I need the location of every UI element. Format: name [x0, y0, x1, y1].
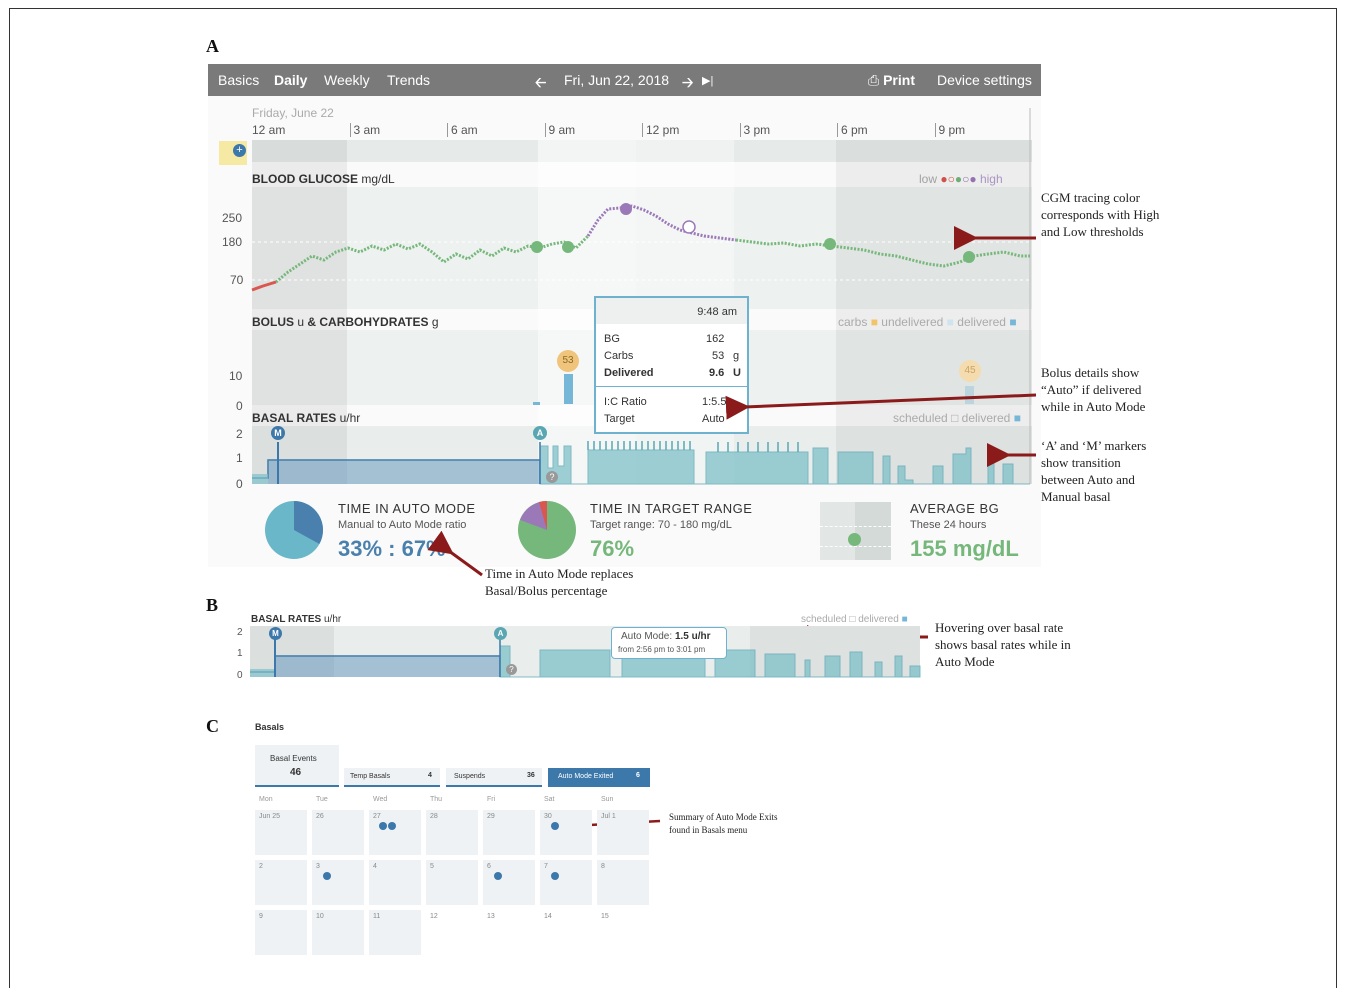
calendar-weekday: Sun: [601, 796, 614, 803]
calendar-day[interactable]: 4: [369, 860, 421, 905]
tab-basal-events-count: 46: [290, 767, 302, 778]
auto-mode-exit-dot[interactable]: [494, 872, 502, 880]
calendar-weekday: Sat: [544, 796, 555, 803]
calendar-day[interactable]: 6: [483, 860, 535, 905]
tab-auto-mode-exited-count: 6: [636, 772, 640, 779]
calendar-date: 9: [259, 913, 263, 920]
calendar-date: 6: [487, 863, 491, 870]
tab-temp-basals-label: Temp Basals: [350, 773, 391, 780]
calendar-day[interactable]: Jun 25: [255, 810, 307, 855]
panel-b-tick-1: 1: [237, 648, 243, 659]
calendar-day[interactable]: 5: [426, 860, 478, 905]
calendar-date: 10: [316, 913, 324, 920]
arrow-auto-time: [427, 530, 483, 577]
calendar-date: 5: [430, 863, 434, 870]
tab-auto-mode-exited-label: Auto Mode Exited: [558, 773, 614, 780]
calendar-day[interactable]: 13: [483, 910, 535, 955]
panel-b-auto-marker[interactable]: A: [494, 627, 507, 640]
annotation-summary: Summary of Auto Mode Exits found in Basa…: [669, 812, 778, 835]
calendar-date: 15: [601, 913, 609, 920]
calendar-date: 28: [430, 813, 438, 820]
calendar-date: Jun 25: [259, 813, 281, 820]
calendar-date: 11: [373, 913, 381, 920]
auto-mode-rate-tooltip: Auto Mode: 1.5 u/hr from 2:56 pm to 3:01…: [611, 627, 727, 659]
auto-mode-exit-dot[interactable]: [388, 822, 396, 830]
calendar-date: 30: [544, 813, 552, 820]
calendar-date: 26: [316, 813, 324, 820]
calendar-day[interactable]: 15: [597, 910, 649, 955]
calendar-day[interactable]: 3: [312, 860, 364, 905]
calendar-weekday: Thu: [430, 796, 443, 803]
calendar-date: Jul 1: [601, 813, 616, 820]
auto-mode-exit-dot[interactable]: [323, 872, 331, 880]
calendar-date: 3: [316, 863, 320, 870]
calendar-date: 2: [259, 863, 263, 870]
tab-basal-events[interactable]: Basal Events 46: [255, 745, 339, 787]
panel-b-manual-marker[interactable]: M: [269, 627, 282, 640]
tab-auto-mode-exited[interactable]: Auto Mode Exited 6: [548, 768, 650, 787]
calendar-date: 8: [601, 863, 605, 870]
panel-b-tick-2: 2: [237, 627, 243, 638]
calendar-day[interactable]: 7: [540, 860, 592, 905]
arrow-bolus: [725, 393, 1037, 420]
annotation-hover: Hovering over basal rate shows basal rat…: [935, 620, 1071, 669]
calendar-day[interactable]: 27: [369, 810, 421, 855]
calendar-date: 27: [373, 813, 381, 820]
calendar-day[interactable]: 29: [483, 810, 535, 855]
annotation-cgm: CGM tracing color corresponds with High …: [1041, 190, 1160, 239]
auto-mode-exit-dot[interactable]: [379, 822, 387, 830]
calendar-weekday: Fri: [487, 796, 496, 803]
calendar-day[interactable]: 8: [597, 860, 649, 905]
tab-basal-events-label: Basal Events: [270, 754, 317, 763]
annotation-markers: ‘A’ and ‘M’ markers show transition betw…: [1041, 438, 1147, 504]
basals-title: Basals: [255, 722, 285, 732]
calendar-date: 14: [544, 913, 552, 920]
auto-mode-rate-line: Auto Mode: 1.5 u/hr: [621, 631, 711, 642]
calendar-day[interactable]: 26: [312, 810, 364, 855]
tab-suspends-label: Suspends: [454, 773, 486, 780]
panel-b-basal-title: BASAL RATES u/hr: [251, 614, 342, 625]
tab-suspends[interactable]: Suspends 36: [446, 768, 542, 787]
auto-mode-rate-range: from 2:56 pm to 3:01 pm: [618, 645, 706, 654]
calendar-day[interactable]: 10: [312, 910, 364, 955]
calendar-weekday: Tue: [316, 796, 328, 803]
panel-b-unknown-marker[interactable]: ?: [506, 664, 517, 675]
calendar-day[interactable]: 30: [540, 810, 592, 855]
calendar-day[interactable]: 14: [540, 910, 592, 955]
calendar-date: 29: [487, 813, 495, 820]
calendar-day[interactable]: Jul 1: [597, 810, 649, 855]
panel-b-basal-chart: [250, 626, 921, 678]
calendar-day[interactable]: 11: [369, 910, 421, 955]
calendar-day[interactable]: 28: [426, 810, 478, 855]
panel-b-basal-legend: scheduled □ delivered ■: [801, 614, 908, 625]
calendar-day[interactable]: 2: [255, 860, 307, 905]
calendar-date: 7: [544, 863, 548, 870]
calendar-weekday: Wed: [373, 796, 388, 803]
calendar-day[interactable]: 12: [426, 910, 478, 955]
annotation-auto-time: Time in Auto Mode replaces Basal/Bolus p…: [485, 566, 634, 598]
panel-b-tick-0: 0: [237, 670, 243, 681]
auto-mode-exit-dot[interactable]: [551, 872, 559, 880]
tab-temp-basals-count: 4: [428, 772, 432, 779]
calendar-date: 4: [373, 863, 377, 870]
calendar-day[interactable]: 9: [255, 910, 307, 955]
auto-mode-exit-dot[interactable]: [551, 822, 559, 830]
annotation-bolus: Bolus details show “Auto” if delivered w…: [1041, 365, 1146, 414]
calendar-date: 13: [487, 913, 495, 920]
tab-temp-basals[interactable]: Temp Basals 4: [344, 768, 440, 787]
calendar-date: 12: [430, 913, 438, 920]
tab-suspends-count: 36: [527, 772, 535, 779]
calendar-weekday: Mon: [259, 796, 273, 803]
